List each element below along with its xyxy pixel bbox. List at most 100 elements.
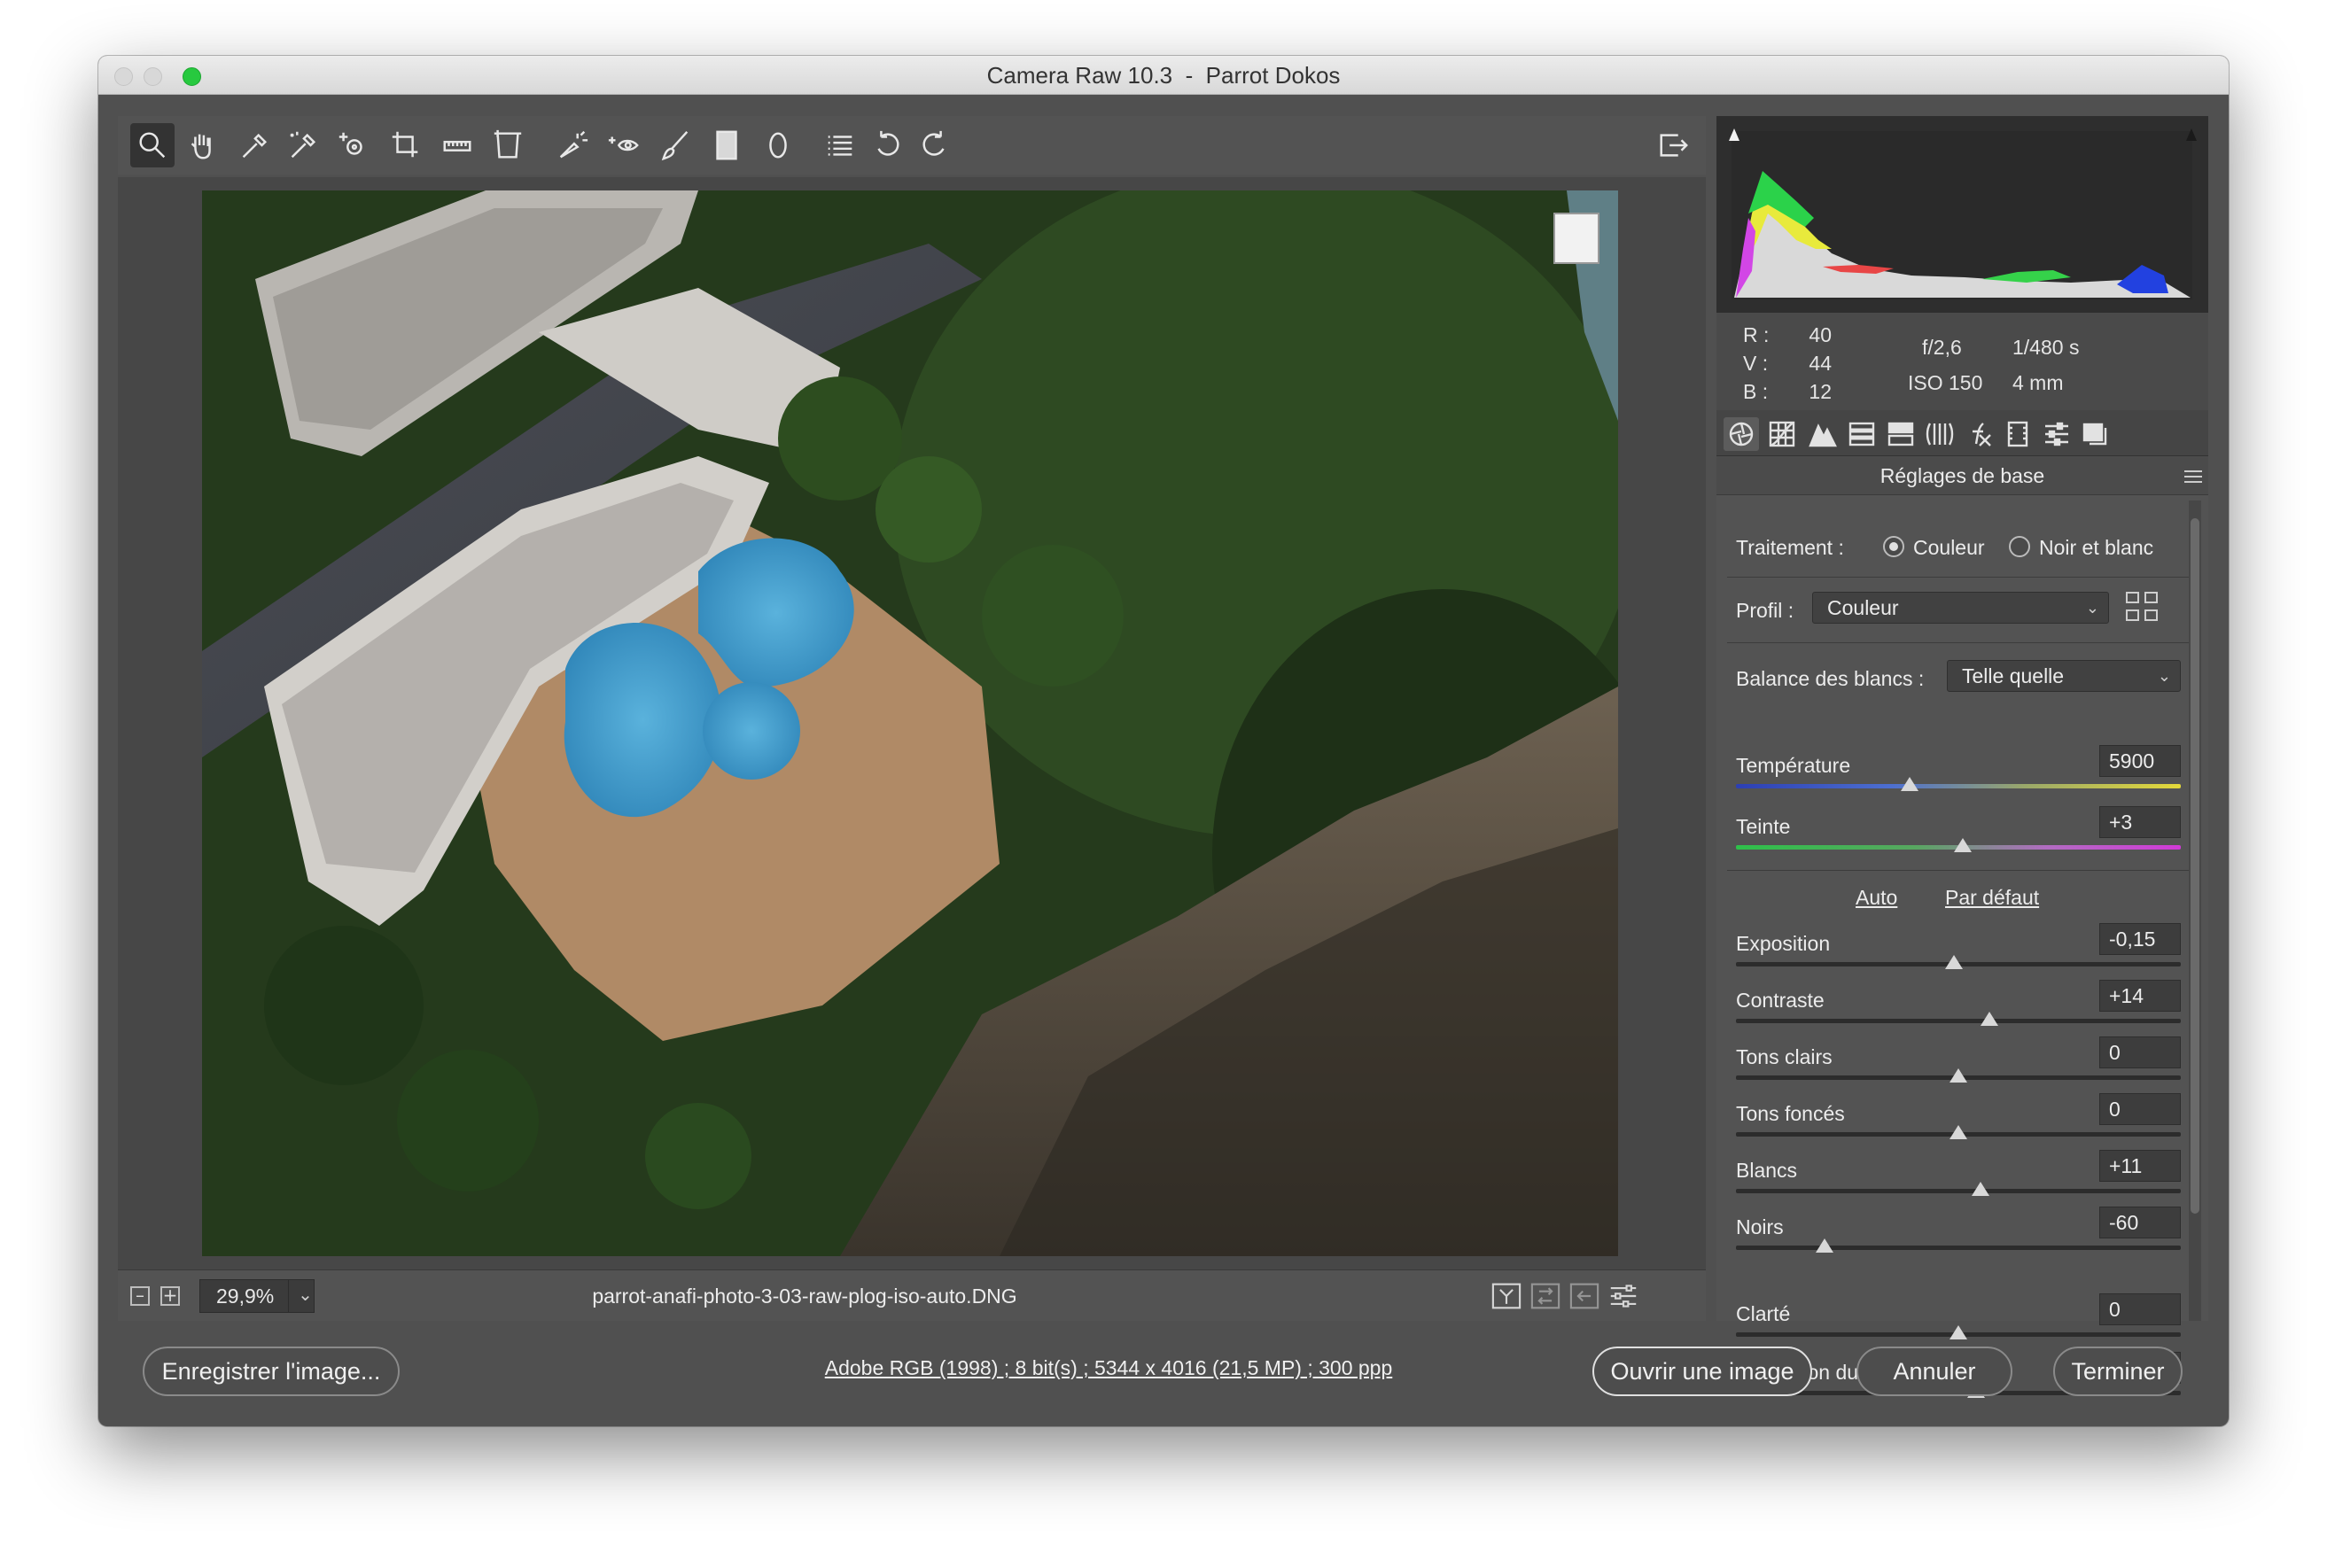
targeted-adjustment-tool-icon[interactable]	[331, 123, 375, 167]
slider-thumb[interactable]	[1950, 1068, 1967, 1083]
profile-browser-icon[interactable]	[2126, 592, 2160, 624]
treatment-bw-label: Noir et blanc	[2039, 536, 2154, 559]
slider-row: Noirs -60	[1716, 1207, 2208, 1272]
rotate-right-icon[interactable]	[912, 123, 956, 167]
color-sampler-tool-icon[interactable]	[280, 123, 324, 167]
transform-tool-icon[interactable]	[486, 123, 530, 167]
slider-thumb[interactable]	[1950, 1125, 1967, 1139]
slider-label: Clarté	[1736, 1302, 1791, 1325]
slider-track[interactable]	[1736, 784, 2181, 788]
tab-snapshots-icon[interactable]	[2078, 417, 2113, 451]
slider-thumb[interactable]	[1981, 1012, 1999, 1026]
view-settings-icon[interactable]	[1607, 1281, 1640, 1311]
tab-tone-curve-icon[interactable]	[1764, 417, 1800, 451]
profile-dropdown[interactable]: Couleur ⌄	[1812, 592, 2109, 624]
slider-value-field[interactable]: -0,15	[2099, 923, 2181, 955]
tab-split-toning-icon[interactable]	[1883, 417, 1918, 451]
slider-track[interactable]	[1736, 1019, 2181, 1023]
tab-hsl-icon[interactable]	[1844, 417, 1880, 451]
treatment-bw-radio[interactable]	[2009, 536, 2030, 557]
slider-value-field[interactable]: +3	[2099, 806, 2181, 838]
slider-value-field[interactable]: 0	[2099, 1093, 2181, 1125]
slider-thumb[interactable]	[1816, 1238, 1834, 1253]
chevron-down-icon: ⌄	[2157, 667, 2171, 685]
iso-value: ISO 150	[1908, 371, 1983, 394]
slider-label: Tons clairs	[1736, 1045, 1833, 1068]
section-title: Réglages de base	[1716, 456, 2208, 495]
tab-presets-icon[interactable]	[2039, 417, 2074, 451]
treatment-label: Traitement :	[1736, 536, 1844, 559]
panel-scrollbar[interactable]	[2189, 501, 2201, 1321]
slider-value-field[interactable]: -60	[2099, 1207, 2181, 1238]
toolbar	[118, 116, 1706, 175]
tab-basic-icon[interactable]	[1724, 417, 1759, 451]
tab-lens-corrections-icon[interactable]	[1922, 417, 1957, 451]
before-after-view-icon[interactable]	[1490, 1281, 1523, 1311]
slider-value-field[interactable]: 0	[2099, 1036, 2181, 1068]
slider-thumb[interactable]	[1944, 955, 1963, 969]
open-image-button[interactable]: Ouvrir une image	[1592, 1347, 1812, 1396]
fullscreen-toggle-icon[interactable]	[1651, 123, 1695, 167]
image-canvas[interactable]	[118, 177, 1706, 1269]
r-value: 40	[1809, 323, 1832, 346]
slider-label: Tons foncés	[1736, 1102, 1845, 1125]
slider-label: Teinte	[1736, 815, 1791, 838]
slider-thumb[interactable]	[1954, 838, 1973, 852]
rotate-left-icon[interactable]	[866, 123, 910, 167]
panel-scrollbar-thumb[interactable]	[2191, 518, 2199, 1214]
adjustments-panel: R : 40 V : 44 B : 12 f/2,6 1/480 s ISO 1…	[1716, 116, 2208, 1398]
graduated-filter-icon[interactable]	[704, 123, 749, 167]
default-button[interactable]: Par défaut	[1945, 886, 2039, 910]
auto-button[interactable]: Auto	[1856, 886, 1897, 910]
camera-raw-window: Camera Raw 10.3 - Parrot Dokos – + 29,9%…	[98, 56, 2229, 1426]
r-label: R :	[1743, 323, 1770, 346]
slider-value-field[interactable]: +11	[2099, 1150, 2181, 1182]
histogram	[1716, 116, 2208, 313]
slider-value-field[interactable]: +14	[2099, 980, 2181, 1012]
slider-value-field[interactable]: 5900	[2099, 745, 2181, 777]
highlight-clipping-icon[interactable]	[1553, 213, 1599, 264]
shadow-clipping-warning-icon[interactable]	[1725, 123, 1747, 146]
crop-tool-icon[interactable]	[384, 123, 428, 167]
preferences-list-icon[interactable]	[818, 123, 862, 167]
tab-effects-icon[interactable]	[1961, 417, 1996, 451]
hand-tool-icon[interactable]	[180, 123, 224, 167]
copy-settings-icon[interactable]	[1568, 1281, 1601, 1311]
slider-value-field[interactable]: 0	[2099, 1293, 2181, 1325]
slider-label: Exposition	[1736, 932, 1831, 955]
divider	[1727, 642, 2191, 643]
tab-detail-icon[interactable]	[1805, 417, 1841, 451]
profile-value: Couleur	[1827, 596, 1899, 619]
cancel-button[interactable]: Annuler	[1856, 1347, 2012, 1396]
slider-thumb[interactable]	[1972, 1182, 1990, 1196]
done-button[interactable]: Terminer	[2053, 1347, 2183, 1396]
section-menu-icon[interactable]	[2184, 470, 2202, 483]
highlight-clipping-warning-icon[interactable]	[2178, 123, 2199, 146]
v-label: V :	[1743, 352, 1769, 375]
straighten-tool-icon[interactable]	[435, 123, 479, 167]
b-label: B :	[1743, 380, 1769, 403]
slider-track[interactable]	[1736, 1189, 2181, 1193]
red-eye-removal-tool-icon[interactable]	[602, 123, 646, 167]
slider-thumb[interactable]	[1950, 1325, 1967, 1339]
radial-filter-icon[interactable]	[756, 123, 800, 167]
white-balance-value: Telle quelle	[1962, 664, 2065, 687]
slider-label: Température	[1736, 754, 1851, 777]
save-image-button[interactable]: Enregistrer l'image...	[143, 1347, 400, 1396]
zoom-tool-icon[interactable]	[130, 123, 175, 167]
white-balance-dropdown[interactable]: Telle quelle ⌄	[1947, 660, 2181, 692]
swap-settings-icon[interactable]	[1529, 1281, 1562, 1311]
slider-row: Température 5900	[1716, 745, 2208, 811]
slider-thumb[interactable]	[1900, 777, 1918, 791]
adjustment-brush-icon[interactable]	[653, 123, 697, 167]
tab-camera-calibration-icon[interactable]	[2000, 417, 2035, 451]
white-balance-tool-icon[interactable]	[231, 123, 276, 167]
file-name: parrot-anafi-photo-3-03-raw-plog-iso-aut…	[592, 1285, 1017, 1308]
aperture-value: f/2,6	[1922, 336, 1962, 359]
slider-track[interactable]	[1736, 1246, 2181, 1250]
window-title: Camera Raw 10.3 - Parrot Dokos	[986, 62, 1341, 89]
divider	[1727, 577, 2191, 578]
workflow-options-link[interactable]: Adobe RGB (1998) ; 8 bit(s) ; 5344 x 401…	[754, 1356, 1463, 1380]
treatment-color-radio[interactable]	[1883, 536, 1904, 557]
spot-removal-tool-icon[interactable]	[550, 123, 595, 167]
